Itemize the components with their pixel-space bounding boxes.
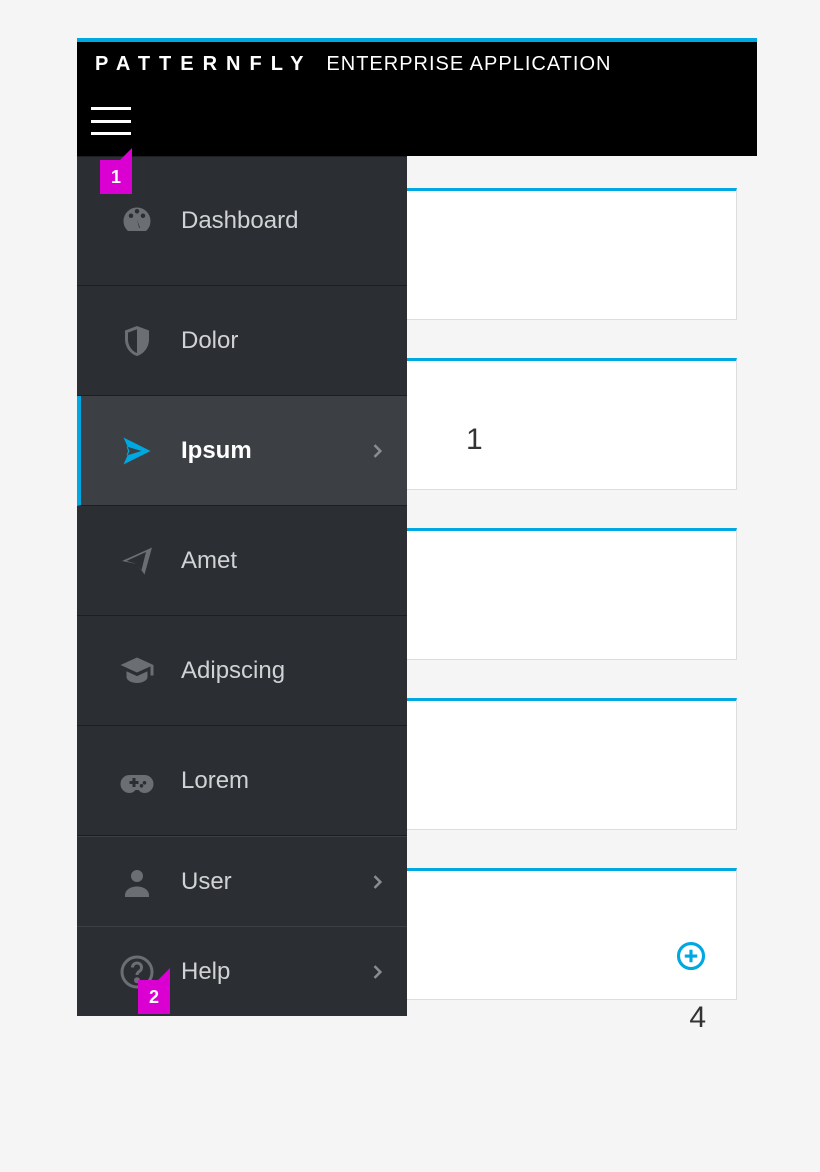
paperplane-icon: [119, 543, 155, 579]
sidebar-item-user[interactable]: User: [77, 836, 407, 926]
sidebar-item-label: Help: [181, 958, 230, 986]
plus-circle-icon[interactable]: [676, 941, 706, 971]
shield-icon: [119, 323, 155, 359]
app-header: PATTERNFLY ENTERPRISE APPLICATION: [77, 42, 757, 86]
sidebar-nav: Dashboard Dolor Ipsum: [77, 156, 407, 1016]
sidebar-item-ipsum[interactable]: Ipsum: [77, 396, 407, 506]
user-icon: [119, 864, 155, 900]
sidebar-item-amet[interactable]: Amet: [77, 506, 407, 616]
sidebar-item-lorem[interactable]: Lorem: [77, 726, 407, 836]
app-frame: PATTERNFLY ENTERPRISE APPLICATION m net …: [77, 38, 757, 1158]
dashboard-icon: [119, 203, 155, 239]
card-value: 4: [689, 1001, 706, 1035]
sidebar-item-help[interactable]: Help: [77, 926, 407, 1016]
menu-bar: [77, 86, 757, 156]
chevron-right-icon: [367, 872, 387, 892]
chevron-right-icon: [367, 962, 387, 982]
app-subtitle: ENTERPRISE APPLICATION: [326, 53, 611, 76]
sidebar-item-label: Dolor: [181, 327, 238, 355]
card-value: 1: [466, 423, 483, 457]
brand-name: PATTERNFLY: [95, 53, 312, 76]
annotation-callout-1: 1: [100, 160, 132, 194]
sidebar-item-label: Dashboard: [181, 207, 298, 235]
sidebar-item-label: Ipsum: [181, 437, 252, 465]
sidebar-item-label: User: [181, 868, 232, 896]
plane-icon: [119, 433, 155, 469]
sidebar-item-label: Amet: [181, 547, 237, 575]
sidebar-item-label: Adipscing: [181, 657, 285, 685]
chevron-right-icon: [367, 441, 387, 461]
sidebar-item-adipscing[interactable]: Adipscing: [77, 616, 407, 726]
sidebar-item-label: Lorem: [181, 767, 249, 795]
hamburger-menu-button[interactable]: [91, 107, 131, 135]
gamepad-icon: [119, 763, 155, 799]
callout-number: 2: [149, 987, 159, 1008]
annotation-callout-2: 2: [138, 980, 170, 1014]
content-area: m net 1 cing em 4: [77, 156, 757, 1158]
callout-number: 1: [111, 167, 121, 188]
graduation-icon: [119, 653, 155, 689]
sidebar-item-dolor[interactable]: Dolor: [77, 286, 407, 396]
